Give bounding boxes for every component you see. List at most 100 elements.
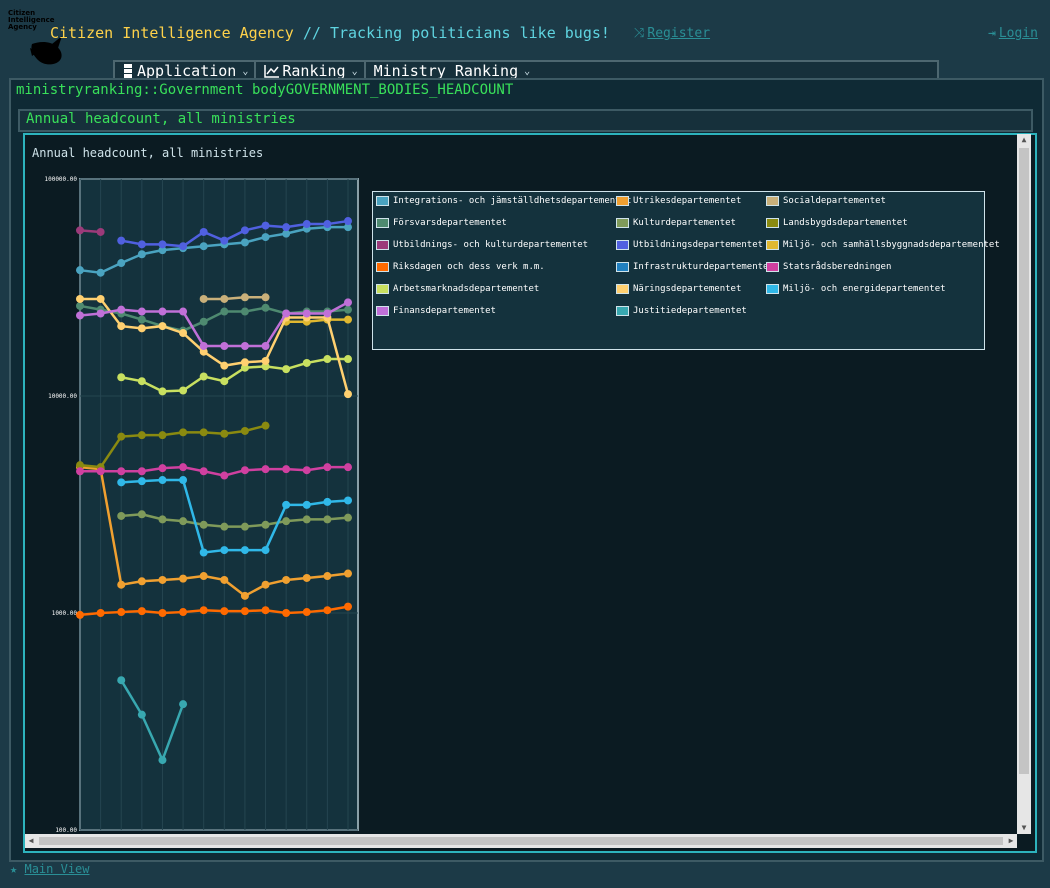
section-title: Annual headcount, all ministries: [26, 111, 296, 127]
data-point: [344, 315, 352, 324]
data-point: [137, 431, 146, 440]
legend-item[interactable]: Finansdepartementet: [376, 306, 496, 316]
data-point: [323, 497, 332, 506]
chart-line-icon: [264, 65, 280, 78]
data-point: [199, 341, 208, 350]
data-point: [240, 607, 249, 616]
data-point: [158, 515, 167, 524]
data-point: [117, 373, 126, 382]
data-point: [117, 580, 126, 589]
data-point: [96, 609, 105, 617]
scroll-right-icon[interactable]: ▶: [1005, 834, 1017, 848]
legend-item[interactable]: Kulturdepartementet: [616, 218, 736, 228]
data-point: [302, 220, 311, 229]
legend-item[interactable]: Riksdagen och dess verk m.m.: [376, 262, 545, 272]
legend-item[interactable]: Arbetsmarknadsdepartementet: [376, 284, 539, 294]
legend-label: Utrikesdepartementet: [633, 196, 742, 206]
data-point: [137, 577, 146, 586]
legend-item[interactable]: Miljö- och energidepartementet: [766, 284, 946, 294]
data-point: [240, 522, 249, 531]
data-point: [137, 607, 146, 616]
legend-swatch: [766, 284, 779, 294]
legend-item[interactable]: Näringsdepartementet: [616, 284, 741, 294]
data-point: [158, 609, 167, 617]
vertical-scrollbar[interactable]: ▲ ▼: [1017, 134, 1031, 834]
legend-swatch: [376, 196, 389, 206]
scroll-up-icon[interactable]: ▲: [1017, 134, 1031, 146]
legend-swatch: [616, 306, 629, 316]
data-point: [344, 355, 352, 364]
data-point: [220, 236, 229, 245]
data-point: [158, 575, 167, 584]
data-point: [282, 500, 291, 509]
legend-item[interactable]: Infrastrukturdepartementet: [616, 262, 774, 272]
data-point: [240, 307, 249, 316]
data-point: [199, 428, 208, 437]
data-point: [323, 515, 332, 524]
data-point: [117, 432, 126, 441]
data-point: [137, 250, 146, 259]
register-link[interactable]: ⤨ Register: [634, 26, 710, 41]
legend-swatch: [376, 218, 389, 228]
legend-item[interactable]: Försvarsdepartementet: [376, 218, 507, 228]
data-point: [96, 309, 105, 318]
legend-label: Kulturdepartementet: [633, 218, 736, 228]
legend-label: Utbildnings- och kulturdepartementet: [393, 240, 589, 250]
legend-label: Riksdagen och dess verk m.m.: [393, 262, 545, 272]
legend-label: Justitiedepartementet: [633, 306, 747, 316]
scroll-left-icon[interactable]: ◀: [25, 834, 37, 848]
data-point: [344, 298, 352, 307]
legend-item[interactable]: Statsrådsberedningen: [766, 262, 891, 272]
horizontal-scroll-thumb[interactable]: [39, 837, 1003, 845]
data-point: [199, 548, 208, 557]
data-point: [76, 311, 84, 320]
data-point: [117, 676, 126, 685]
data-point: [220, 307, 229, 316]
server-icon: [124, 64, 132, 78]
legend-item[interactable]: Utbildningsdepartementet: [616, 240, 763, 250]
legend-label: Arbetsmarknadsdepartementet: [393, 284, 540, 294]
login-link[interactable]: ⇥ Login: [988, 26, 1038, 41]
data-point: [323, 355, 332, 364]
data-point: [220, 575, 229, 584]
data-point: [344, 496, 352, 505]
legend-item[interactable]: Utrikesdepartementet: [616, 196, 741, 206]
data-point: [137, 307, 146, 316]
data-point: [261, 465, 270, 474]
data-point: [179, 428, 188, 437]
y-tick-label: 100000.00: [44, 176, 77, 183]
data-point: [179, 386, 188, 395]
data-point: [158, 756, 167, 765]
site-title[interactable]: Citizen Intelligence Agency // Tracking …: [50, 24, 610, 42]
legend-item[interactable]: Utbildnings- och kulturdepartementet: [376, 240, 588, 250]
data-point: [323, 463, 332, 472]
main-view-link[interactable]: ★ Main View: [10, 862, 90, 876]
data-point: [344, 217, 352, 226]
login-label: Login: [998, 26, 1038, 41]
data-point: [240, 358, 249, 367]
data-point: [240, 466, 249, 475]
legend-label: Försvarsdepartementet: [393, 218, 507, 228]
chart-title: Annual headcount, all ministries: [32, 146, 264, 160]
data-point: [220, 361, 229, 370]
data-point: [261, 580, 270, 589]
legend-item[interactable]: Justitiedepartementet: [616, 306, 747, 316]
headcount-chart: 100000.00 10000.00 1000.00 100.00: [44, 176, 359, 834]
horizontal-scrollbar[interactable]: ◀ ▶: [25, 834, 1017, 848]
data-point: [199, 572, 208, 581]
data-point: [158, 307, 167, 316]
data-point: [179, 307, 188, 316]
data-point: [158, 476, 167, 485]
legend-item[interactable]: Landsbygdsdepartementet: [766, 218, 908, 228]
register-label: Register: [647, 26, 711, 41]
legend-label: Infrastrukturdepartementet: [633, 262, 774, 272]
legend-item[interactable]: Socialdepartementet: [766, 196, 886, 206]
scroll-down-icon[interactable]: ▼: [1017, 822, 1031, 834]
vertical-scroll-thumb[interactable]: [1019, 148, 1029, 774]
data-point: [137, 467, 146, 476]
data-point: [137, 324, 146, 333]
legend-item[interactable]: Miljö- och samhällsbyggnadsdepartementet: [766, 240, 1000, 250]
legend-swatch: [376, 306, 389, 316]
legend-item[interactable]: Integrations- och jämställdhetsdeparteme…: [376, 196, 631, 206]
data-point: [117, 236, 126, 245]
